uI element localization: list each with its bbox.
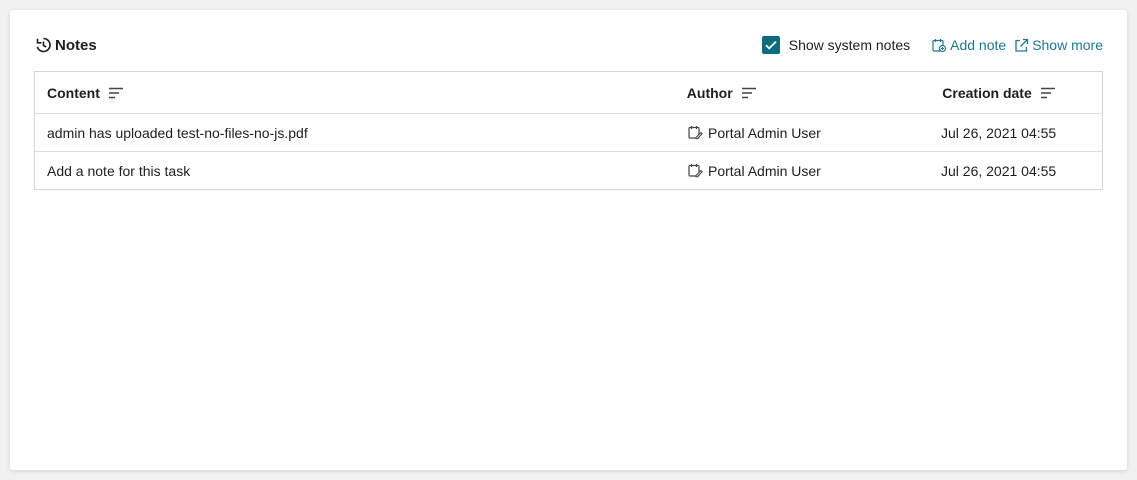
add-note-label: Add note — [950, 37, 1007, 53]
note-author-label: Portal Admin User — [708, 162, 821, 179]
show-more-link[interactable]: Show more — [1014, 37, 1103, 53]
add-note-button[interactable]: Add note — [932, 37, 1006, 53]
notes-card: Notes Show system notes Add note Show mo… — [10, 10, 1127, 470]
add-note-icon — [932, 38, 947, 53]
sort-icon[interactable] — [1040, 87, 1056, 99]
note-author: Portal Admin User — [688, 163, 941, 179]
note-content: Add a note for this task — [47, 162, 191, 179]
note-content: admin has uploaded test-no-files-no-js.p… — [47, 124, 308, 141]
column-header-author[interactable]: Author — [687, 85, 940, 101]
sort-icon[interactable] — [741, 87, 757, 99]
column-header-content-label: Content — [47, 84, 100, 101]
note-author: Portal Admin User — [688, 125, 941, 141]
notes-actions: Show system notes Add note Show more — [761, 36, 1103, 54]
column-header-author-label: Author — [686, 84, 733, 101]
user-note-icon — [688, 125, 703, 140]
note-date: Jul 26, 2021 04:55 — [941, 124, 1057, 141]
show-system-notes-label[interactable]: Show system notes — [789, 37, 910, 53]
note-author-label: Portal Admin User — [708, 124, 821, 141]
table-row[interactable]: admin has uploaded test-no-files-no-js.p… — [35, 113, 1102, 151]
show-system-notes-checkbox[interactable] — [761, 36, 780, 54]
column-header-creation-date[interactable]: Creation date — [939, 85, 1102, 101]
column-header-creation-date-label: Creation date — [942, 84, 1032, 101]
external-link-icon — [1014, 38, 1029, 53]
show-more-label: Show more — [1032, 37, 1103, 53]
table-row[interactable]: Add a note for this task Portal Admin Us… — [35, 151, 1102, 189]
table-header-row: Content Author Creation date — [35, 72, 1102, 113]
column-header-content[interactable]: Content — [35, 85, 687, 101]
sort-icon[interactable] — [108, 87, 124, 99]
notes-title-label: Notes — [55, 36, 97, 54]
user-note-icon — [688, 163, 703, 178]
note-date: Jul 26, 2021 04:55 — [941, 162, 1057, 179]
check-icon — [765, 40, 777, 50]
notes-title: Notes — [34, 36, 97, 54]
notes-table: Content Author Creation date admin has u… — [34, 71, 1103, 190]
notes-header: Notes Show system notes Add note Show mo… — [34, 32, 1103, 58]
history-icon — [34, 36, 52, 54]
